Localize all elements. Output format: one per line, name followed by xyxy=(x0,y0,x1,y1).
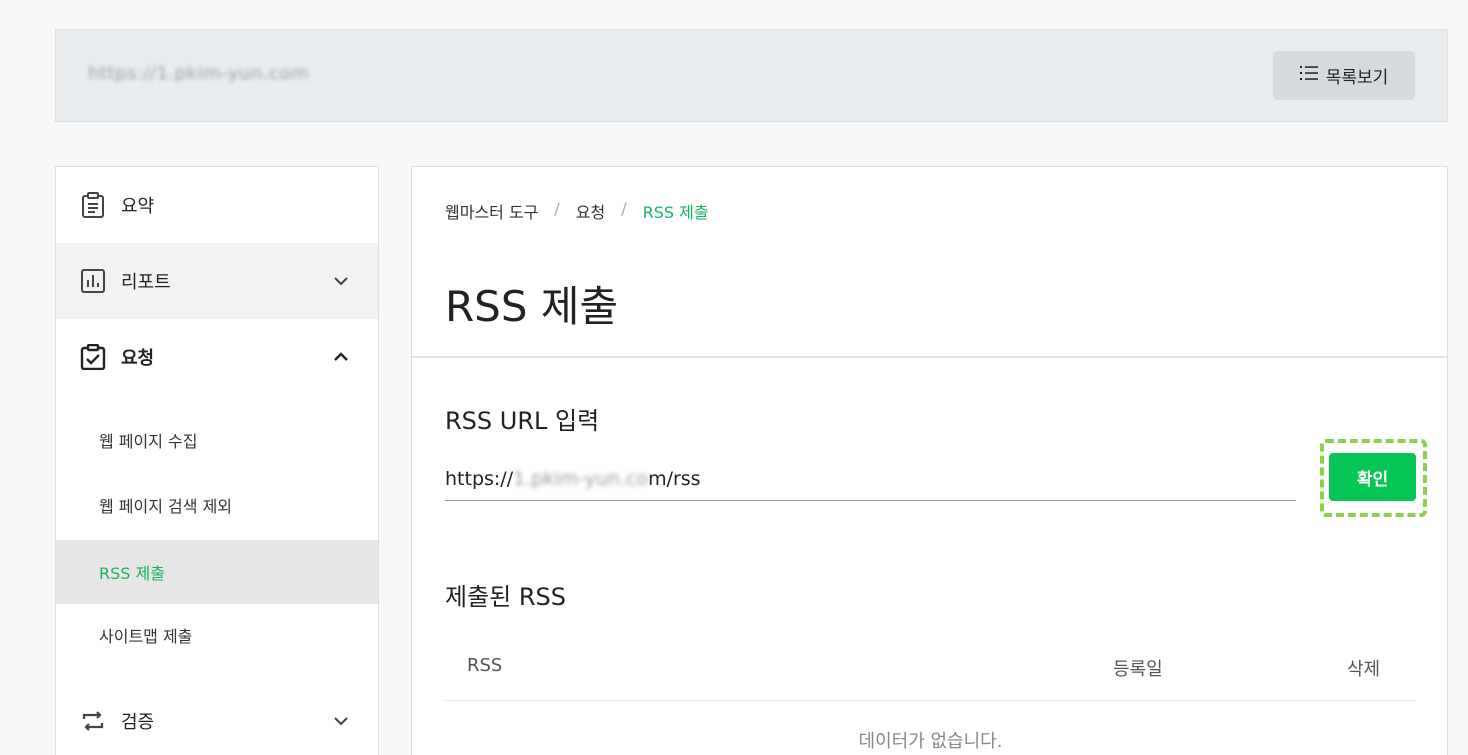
confirm-button[interactable]: 확인 xyxy=(1329,453,1416,501)
sidebar-item-request[interactable]: 요청 xyxy=(56,319,378,395)
sidebar-subitem-label: 웹 페이지 검색 제외 xyxy=(99,497,233,516)
confirm-highlight: 확인 xyxy=(1320,439,1427,517)
column-registered-date: 등록일 xyxy=(1113,659,1163,680)
sidebar-item-label: 요청 xyxy=(121,348,155,369)
sidebar-item-label: 리포트 xyxy=(121,272,171,293)
clipboard-icon xyxy=(80,192,106,218)
sidebar-item-label: 요약 xyxy=(121,196,155,217)
empty-message: 데이터가 없습니다. xyxy=(858,731,1003,752)
sidebar-item-report[interactable]: 리포트 xyxy=(56,243,378,319)
sidebar-subitem-label: 사이트맵 제출 xyxy=(99,627,193,646)
chevron-up-icon xyxy=(334,352,348,361)
sidebar-subitem-rss-submit[interactable]: RSS 제출 xyxy=(56,540,378,604)
page-title: RSS 제출 xyxy=(445,282,619,331)
site-bar: https://1.pkim-yun.com 목록보기 xyxy=(55,29,1448,122)
sidebar-subitem-page-crawl[interactable]: 웹 페이지 수집 xyxy=(56,408,378,472)
sidebar-subitem-search-exclude[interactable]: 웹 페이지 검색 제외 xyxy=(56,473,378,537)
main-panel: 웹마스터 도구 / 요청 / RSS 제출 RSS 제출 RSS URL 입력 … xyxy=(411,166,1448,755)
url-masked: 1.pkim-yun.co xyxy=(513,467,649,490)
list-view-button[interactable]: 목록보기 xyxy=(1273,51,1415,100)
chevron-down-icon xyxy=(334,717,348,726)
breadcrumb: 웹마스터 도구 / 요청 / RSS 제출 xyxy=(445,199,709,223)
rss-url-input[interactable]: https:// 1.pkim-yun.co m/rss xyxy=(445,457,1296,501)
site-url: https://1.pkim-yun.com xyxy=(88,63,309,84)
breadcrumb-webmaster[interactable]: 웹마스터 도구 xyxy=(445,199,538,223)
column-rss: RSS xyxy=(467,655,503,676)
rss-table-header: RSS 등록일 삭제 xyxy=(445,639,1416,701)
breadcrumb-separator: / xyxy=(554,199,560,218)
submitted-rss-title: 제출된 RSS xyxy=(445,583,567,611)
list-view-label: 목록보기 xyxy=(1325,68,1389,88)
repeat-icon xyxy=(80,708,106,734)
divider xyxy=(412,356,1447,358)
url-prefix: https:// xyxy=(445,467,514,490)
chevron-down-icon xyxy=(334,277,348,286)
breadcrumb-current: RSS 제출 xyxy=(642,203,709,222)
sidebar-item-summary[interactable]: 요약 xyxy=(56,167,378,243)
breadcrumb-separator: / xyxy=(621,199,627,218)
sidebar-subitem-label: 웹 페이지 수집 xyxy=(99,432,198,451)
list-icon xyxy=(1299,65,1318,86)
sidebar-item-label: 검증 xyxy=(121,712,155,733)
url-suffix: m/rss xyxy=(648,467,701,490)
sidebar-subitem-label: RSS 제출 xyxy=(99,564,165,583)
breadcrumb-request[interactable]: 요청 xyxy=(576,199,605,223)
sidebar-item-verify[interactable]: 검증 xyxy=(56,683,378,755)
sidebar-subitem-sitemap-submit[interactable]: 사이트맵 제출 xyxy=(56,603,378,667)
clipboard-check-icon xyxy=(80,344,106,370)
bar-chart-icon xyxy=(80,268,106,294)
rss-url-input-title: RSS URL 입력 xyxy=(445,407,600,435)
column-delete: 삭제 xyxy=(1347,659,1381,680)
sidebar: 요약 리포트 요청 웹 페이지 수집 웹 페이지 검색 제외 RSS 제출 사이… xyxy=(55,166,379,755)
